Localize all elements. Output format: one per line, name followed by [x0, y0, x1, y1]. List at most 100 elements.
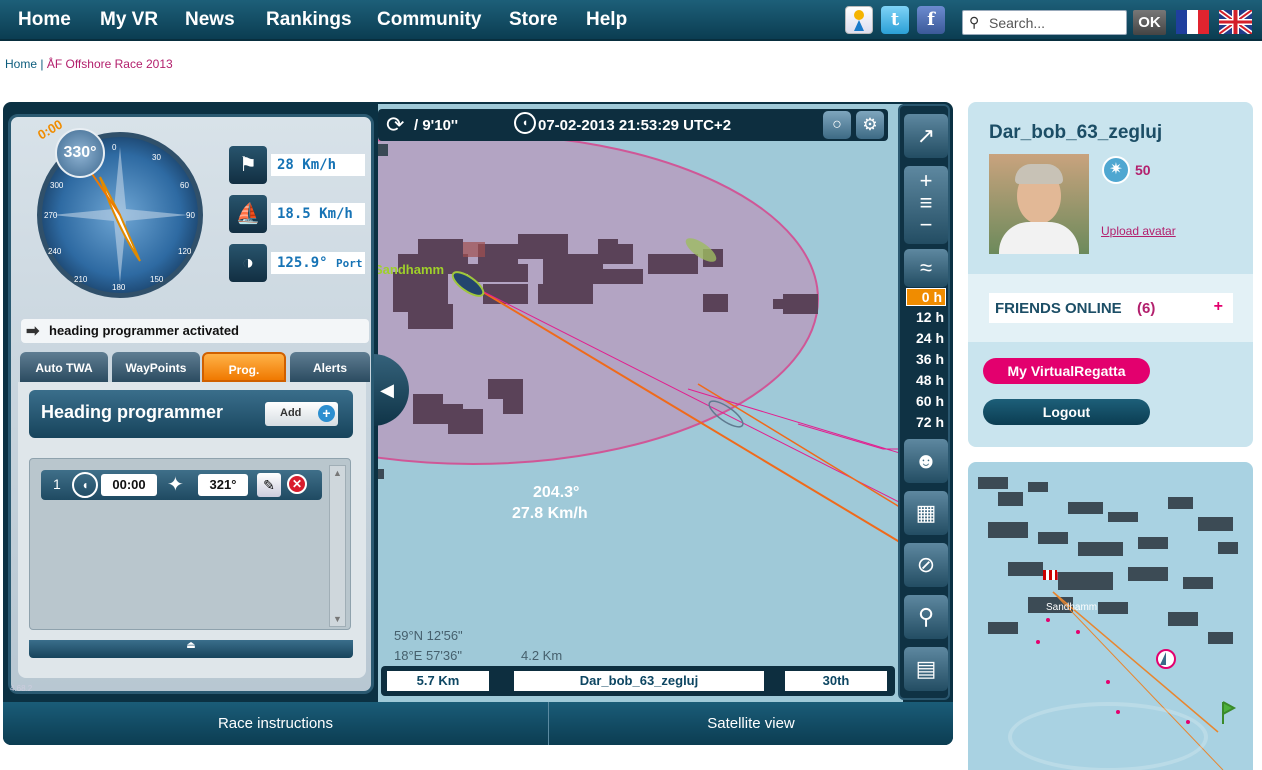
forecast-24h[interactable]: 24 h	[908, 330, 946, 349]
boat-speed-value: 18.5 Km/h	[271, 203, 365, 225]
friends-section: FRIENDS ONLINE (6) +	[968, 274, 1253, 342]
scroll-down-icon[interactable]: ▼	[333, 614, 342, 624]
nav-rankings[interactable]: Rankings	[266, 9, 352, 31]
add-button[interactable]: Add +	[265, 402, 338, 426]
list-scrollbar[interactable]: ▲ ▼	[329, 465, 346, 627]
nav-community[interactable]: Community	[377, 9, 482, 31]
settings-gear-icon[interactable]: ⚙	[856, 111, 884, 139]
points-badge-icon: ✷	[1102, 156, 1130, 184]
cursor-latitude: 59°N 12'56"	[394, 628, 463, 643]
logout-button[interactable]: Logout	[983, 399, 1150, 425]
finish-flag-icon	[1043, 570, 1057, 580]
wind-speed-value: 28 Km/h	[271, 154, 365, 176]
compass-star-icon: ✦	[167, 474, 184, 496]
wind-speed-box: ⚑ 28 Km/h	[229, 146, 365, 184]
breadcrumb-separator: |	[37, 57, 47, 71]
friends-count: (6)	[1137, 300, 1156, 317]
nav-store[interactable]: Store	[509, 9, 558, 31]
compass-tick-30: 30	[152, 153, 161, 162]
refresh-icon[interactable]: ⟳	[386, 112, 404, 138]
arrow-right-icon: ➡	[26, 323, 40, 340]
twa-angle: 125.9°	[277, 255, 328, 271]
nav-news[interactable]: News	[185, 9, 235, 31]
profile-card: Dar_bob_63_zegluj ✷ 50 Upload avatar FRI…	[968, 102, 1253, 447]
refresh-interval: / 9'10''	[414, 117, 459, 134]
clock-icon: ◖	[514, 112, 536, 134]
fullscreen-icon[interactable]: ↗	[904, 114, 948, 158]
delete-icon[interactable]: ✕	[287, 474, 307, 494]
zoom-control[interactable]: + ≡ −	[904, 166, 948, 244]
nav-home[interactable]: Home	[18, 9, 71, 31]
cursor-heading: 204.3°	[533, 484, 580, 501]
profile-username[interactable]: Dar_bob_63_zegluj	[989, 122, 1162, 144]
forecast-60h[interactable]: 60 h	[908, 393, 946, 412]
center-boat-icon[interactable]: ▦	[904, 491, 948, 535]
forecast-0h[interactable]: 0 h	[906, 288, 946, 306]
programmer-collapse-button[interactable]: ⏏	[29, 640, 353, 658]
nav-help[interactable]: Help	[586, 9, 627, 31]
map-toolbar: ↗ + ≡ − ≈ 0 h 12 h 24 h 36 h 48 h 60 h 72 …	[898, 104, 950, 700]
search-icon: ⚲	[969, 14, 980, 30]
twa-box: ◑ 125.9° Port	[229, 244, 365, 282]
upload-avatar-link[interactable]: Upload avatar	[1101, 224, 1176, 238]
watermark-logo	[1008, 702, 1208, 770]
status-message: ➡ heading programmer activated	[21, 319, 369, 343]
french-flag-icon[interactable]	[1176, 10, 1209, 34]
ranking-icon[interactable]	[845, 6, 873, 34]
forecast-36h[interactable]: 36 h	[908, 351, 946, 370]
nav-my-vr[interactable]: My VR	[100, 9, 158, 31]
uk-flag-icon[interactable]	[1219, 10, 1252, 34]
tab-alerts[interactable]: Alerts	[290, 352, 370, 382]
friends-online-bar[interactable]: FRIENDS ONLINE (6) +	[989, 293, 1233, 323]
twitter-icon[interactable]: t	[881, 6, 909, 34]
minimap[interactable]: Sandhamm	[968, 462, 1253, 770]
search-input[interactable]: ⚲ Search...	[962, 10, 1127, 35]
facebook-icon[interactable]: f	[917, 6, 945, 34]
compass-tick-240: 240	[48, 247, 62, 256]
friends-icon[interactable]: ☻	[904, 439, 948, 483]
satellite-view-button[interactable]: Satellite view	[549, 702, 953, 745]
avatar	[989, 154, 1089, 254]
row-index: 1	[53, 476, 61, 492]
map-place-label: Sandhamm	[378, 262, 445, 277]
compass-tick-210: 210	[74, 275, 88, 284]
game-bottom-bar: Race instructions Satellite view	[3, 702, 953, 745]
zoom-search-icon[interactable]: ⚲	[904, 595, 948, 639]
race-map[interactable]: Sandhamm 204.3° 27.8 Km/h 59°N 12'56" 18…	[378, 104, 903, 704]
compass-tick-60: 60	[180, 181, 189, 190]
forecast-48h[interactable]: 48 h	[908, 372, 946, 391]
player-name-field[interactable]: Dar_bob_63_zegluj	[514, 671, 764, 691]
hide-layers-icon[interactable]: ⊘	[904, 543, 948, 587]
version-label: 4.68.2	[10, 684, 33, 693]
friends-plus-icon[interactable]: +	[1214, 298, 1223, 316]
compass-tick-120: 120	[178, 247, 192, 256]
forecast-12h[interactable]: 12 h	[908, 309, 946, 328]
my-virtualregatta-button[interactable]: My VirtualRegatta	[983, 358, 1150, 384]
top-navigation: Home My VR News Rankings Community Store…	[0, 0, 1262, 41]
compass-tick-180: 180	[112, 283, 126, 292]
edit-pencil-icon[interactable]: ✎	[257, 473, 281, 497]
eject-icon: ⏏	[186, 640, 196, 651]
forecast-72h[interactable]: 72 h	[908, 414, 946, 433]
lifebuoy-icon[interactable]: ○	[823, 111, 851, 139]
map-distance: 4.2 Km	[521, 648, 563, 663]
status-text: heading programmer activated	[49, 323, 239, 338]
scroll-up-icon[interactable]: ▲	[333, 468, 342, 478]
time-input[interactable]: 00:00	[101, 474, 157, 496]
breadcrumb-current[interactable]: ÅF Offshore Race 2013	[47, 57, 173, 71]
player-rank: 30th	[785, 671, 887, 691]
game-panel: Sandhamm 204.3° 27.8 Km/h 59°N 12'56" 18…	[3, 102, 953, 745]
tab-auto-twa[interactable]: Auto TWA	[20, 352, 108, 382]
search-ok-button[interactable]: OK	[1133, 10, 1166, 35]
cursor-longitude: 18°E 57'36"	[394, 648, 462, 663]
compass-tick-300: 300	[50, 181, 64, 190]
race-datetime: 07-02-2013 21:53:29 UTC+2	[538, 117, 732, 134]
heading-input[interactable]: 321°	[198, 474, 248, 496]
breadcrumb-home[interactable]: Home	[5, 57, 37, 71]
tab-prog[interactable]: Prog.	[202, 352, 286, 382]
sail-icon: ⛵	[229, 195, 267, 233]
wind-forecast-icon[interactable]: ≈	[904, 249, 948, 287]
tab-waypoints[interactable]: WayPoints	[112, 352, 200, 382]
podium-icon[interactable]: ▤	[904, 647, 948, 691]
race-instructions-button[interactable]: Race instructions	[3, 702, 548, 745]
